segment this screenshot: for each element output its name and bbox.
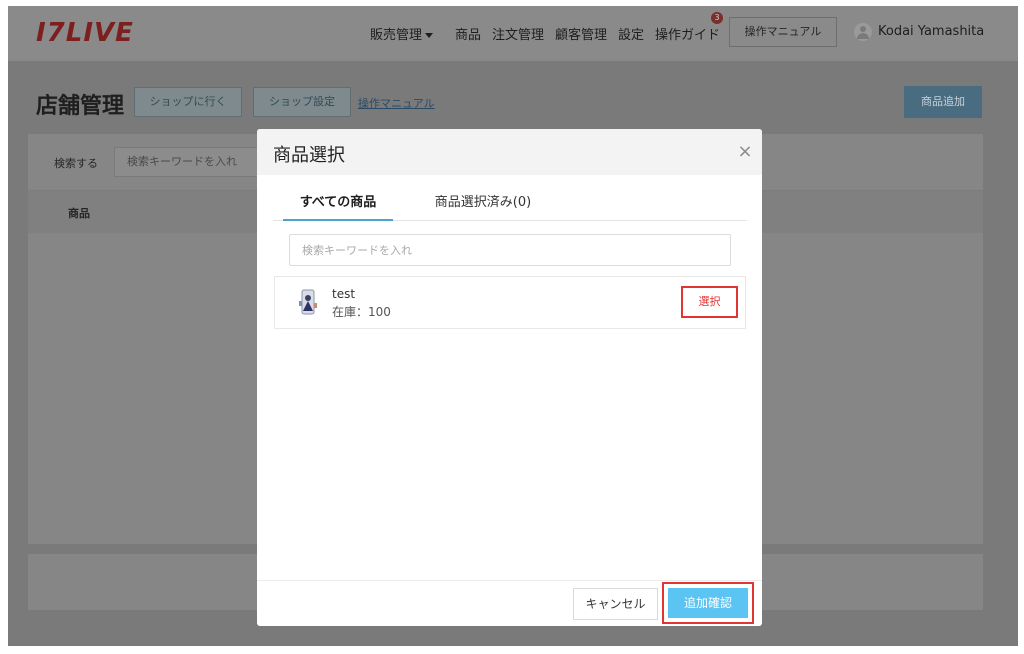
chevron-down-icon <box>425 33 434 38</box>
modal-search-input[interactable] <box>289 234 731 266</box>
manual-link[interactable]: 操作マニュアル <box>358 95 435 111</box>
modal-header: 商品選択 × <box>257 129 762 175</box>
select-product-button[interactable]: 選択 <box>681 286 738 318</box>
manual-button[interactable]: 操作マニュアル <box>729 17 837 47</box>
confirm-add-button[interactable]: 追加確認 <box>668 588 748 618</box>
tab-selected-products[interactable]: 商品選択済み(0) <box>423 191 543 221</box>
product-name: test <box>332 287 356 301</box>
modal-tabs: すべての商品 商品選択済み(0) <box>273 191 747 221</box>
confirm-highlight-frame: 追加確認 <box>662 582 754 624</box>
search-label: 検索する <box>54 157 98 170</box>
product-stock: 在庫：100 <box>332 305 391 319</box>
nav-sales-management[interactable]: 販売管理 <box>370 24 434 43</box>
page-title: 店舗管理 <box>36 94 125 119</box>
user-avatar-icon[interactable] <box>854 23 872 41</box>
go-shop-button[interactable]: ショップに行く <box>134 87 242 117</box>
top-navbar: I7LIVE 販売管理 商品 注文管理 顧客管理 設定 操作ガイド 3 操作マニ… <box>8 6 1018 61</box>
cancel-button[interactable]: キャンセル <box>573 588 658 620</box>
nav-customer-management[interactable]: 顧客管理 <box>555 24 607 43</box>
product-thumbnail-icon <box>299 289 317 315</box>
brand-logo[interactable]: I7LIVE <box>36 18 134 48</box>
list-item: test 在庫：100 選択 <box>274 276 746 329</box>
user-name[interactable]: Kodai Yamashita <box>878 24 984 39</box>
nav-operation-guide[interactable]: 操作ガイド <box>655 24 720 43</box>
avatar-head-shape <box>860 26 866 32</box>
modal-title: 商品選択 <box>273 145 345 166</box>
shop-settings-button[interactable]: ショップ設定 <box>253 87 351 117</box>
close-icon[interactable]: × <box>735 142 755 162</box>
nav-products[interactable]: 商品 <box>455 24 481 43</box>
nav-order-management[interactable]: 注文管理 <box>492 24 544 43</box>
product-select-modal: 商品選択 × すべての商品 商品選択済み(0) test 在庫：100 選択 キ… <box>257 129 762 626</box>
nav-sales-label: 販売管理 <box>370 28 423 43</box>
nav-settings[interactable]: 設定 <box>618 24 644 43</box>
guide-notification-badge: 3 <box>711 12 723 24</box>
add-product-button[interactable]: 商品追加 <box>904 86 982 118</box>
avatar-body-shape <box>857 33 869 39</box>
modal-footer: キャンセル 追加確認 <box>257 580 762 626</box>
table-header-product: 商品 <box>68 207 90 220</box>
tab-all-products[interactable]: すべての商品 <box>283 191 393 221</box>
